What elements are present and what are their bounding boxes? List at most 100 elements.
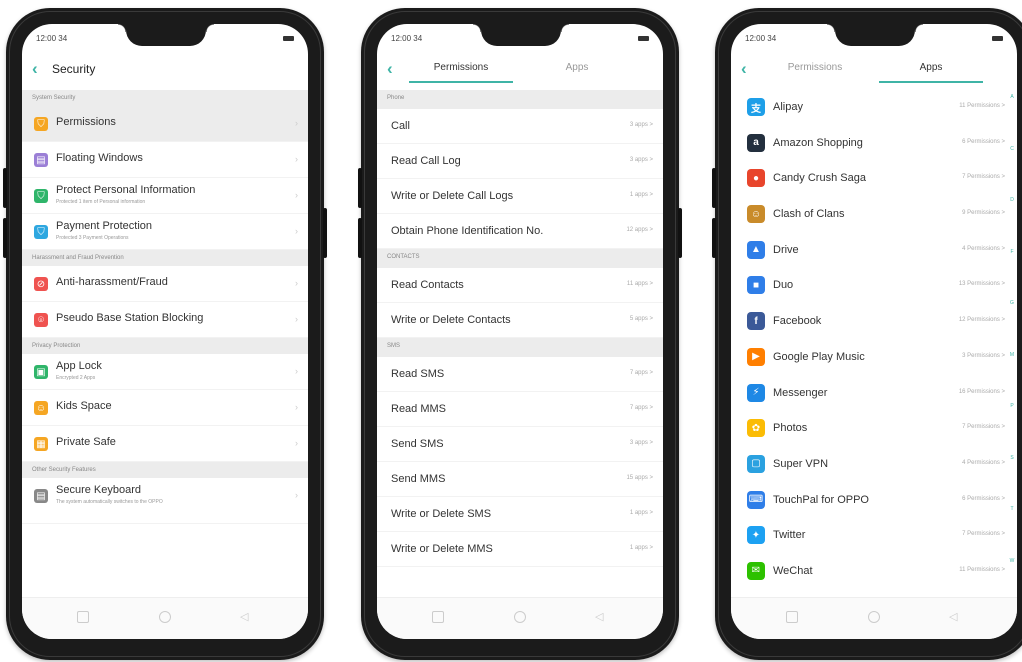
tab-permissions[interactable]: Permissions: [411, 62, 511, 73]
settings-item[interactable]: ⌾ Pseudo Base Station Blocking ›: [22, 302, 308, 338]
app-item[interactable]: ⌨ TouchPal for OPPO 6 Permissions >: [731, 483, 1017, 519]
permission-item[interactable]: Send SMS 3 apps >: [377, 427, 663, 462]
permission-item[interactable]: Write or Delete Contacts 5 apps >: [377, 303, 663, 338]
permission-item[interactable]: Read Call Log 3 apps >: [377, 144, 663, 179]
nav-back-button[interactable]: ◁: [949, 611, 961, 623]
app-permission-count: 7 Permissions >: [962, 174, 1005, 181]
power-button: [323, 208, 327, 258]
tab-permissions[interactable]: Permissions: [765, 62, 865, 73]
wechat-icon: ✉: [747, 561, 765, 580]
settings-item[interactable]: ⛉ Permissions ›: [22, 106, 308, 142]
permission-app-count: 15 apps >: [626, 475, 653, 481]
permission-app-count: 7 apps >: [629, 405, 653, 411]
tab-apps[interactable]: Apps: [527, 62, 627, 73]
app-item[interactable]: a Amazon Shopping 6 Permissions >: [731, 126, 1017, 162]
app-item[interactable]: f Facebook 12 Permissions >: [731, 304, 1017, 340]
header: ‹ Permissions Apps: [731, 54, 1017, 86]
nav-back-button[interactable]: ◁: [595, 611, 607, 623]
app-item[interactable]: ⚡ Messenger 16 Permissions >: [731, 376, 1017, 412]
section-header: SMS: [377, 338, 663, 357]
permission-label: Write or Delete SMS: [391, 508, 492, 520]
permission-item[interactable]: Send MMS 15 apps >: [377, 462, 663, 497]
payment-shield-icon: ⛉: [34, 225, 48, 239]
facebook-icon: f: [747, 312, 765, 331]
app-item[interactable]: ✉ WeChat 11 Permissions >: [731, 554, 1017, 590]
index-letter[interactable]: S: [1010, 455, 1013, 461]
chevron-right-icon: ›: [295, 278, 298, 288]
nav-back-button[interactable]: ◁: [240, 611, 252, 623]
permission-label: Call: [391, 120, 410, 132]
recents-button[interactable]: [77, 611, 89, 623]
settings-item[interactable]: ▦ Private Safe ›: [22, 426, 308, 462]
permission-item[interactable]: Write or Delete Call Logs 1 apps >: [377, 179, 663, 214]
settings-item-label: App Lock: [56, 360, 102, 372]
index-letter[interactable]: W: [1010, 558, 1015, 564]
app-item[interactable]: ▶ Google Play Music 3 Permissions >: [731, 340, 1017, 376]
app-item[interactable]: 支 Alipay 11 Permissions >: [731, 90, 1017, 126]
app-name: Duo: [773, 279, 794, 292]
touchpal-icon: ⌨: [747, 490, 765, 509]
index-letter[interactable]: T: [1010, 506, 1013, 512]
permission-label: Obtain Phone Identification No.: [391, 225, 544, 237]
permission-label: Read MMS: [391, 403, 447, 415]
app-item[interactable]: ▲ Drive 4 Permissions >: [731, 233, 1017, 269]
home-button[interactable]: [868, 611, 880, 623]
apps-list: 支 Alipay 11 Permissions > a Amazon Shopping 6…: [731, 90, 1017, 596]
permission-app-count: 1 apps >: [629, 192, 653, 198]
app-item[interactable]: ■ Duo 13 Permissions >: [731, 268, 1017, 304]
alphabet-index[interactable]: A C D F G M P S T W: [1009, 94, 1015, 564]
index-letter[interactable]: P: [1010, 403, 1013, 409]
phone-permissions: 12:00 34 ‹ Permissions Apps Phone Call 3 a…: [358, 8, 682, 660]
settings-item[interactable]: ⛉ Protect Personal Information Protected 1…: [22, 178, 308, 214]
recents-button[interactable]: [786, 611, 798, 623]
settings-item[interactable]: ▤ Floating Windows ›: [22, 142, 308, 178]
chevron-right-icon: ›: [295, 154, 298, 164]
twitter-icon: ✦: [747, 526, 765, 545]
tab-apps[interactable]: Apps: [881, 62, 981, 73]
index-letter[interactable]: C: [1010, 146, 1014, 152]
permission-item[interactable]: Read SMS 7 apps >: [377, 357, 663, 392]
settings-item-label: Kids Space: [56, 400, 112, 412]
home-button[interactable]: [514, 611, 526, 623]
home-button[interactable]: [159, 611, 171, 623]
permission-item[interactable]: Call 3 apps >: [377, 109, 663, 144]
settings-item[interactable]: ☺ Kids Space ›: [22, 390, 308, 426]
chevron-right-icon: ›: [295, 366, 298, 376]
permission-label: Write or Delete MMS: [391, 543, 493, 555]
permission-label: Send MMS: [391, 473, 446, 485]
settings-item[interactable]: ⛉ Payment Protection Protected 3 Payment O…: [22, 214, 308, 250]
clash-of-clans-icon: ☺: [747, 205, 765, 224]
app-item[interactable]: ✦ Twitter 7 Permissions >: [731, 518, 1017, 554]
index-letter[interactable]: M: [1010, 352, 1014, 358]
app-item[interactable]: ✿ Photos 7 Permissions >: [731, 411, 1017, 447]
battery-icon: [283, 36, 294, 41]
recents-button[interactable]: [432, 611, 444, 623]
permission-label: Read Contacts: [391, 279, 464, 291]
index-letter[interactable]: F: [1010, 249, 1013, 255]
app-item[interactable]: ☺ Clash of Clans 9 Permissions >: [731, 197, 1017, 233]
app-name: Drive: [773, 243, 799, 256]
back-arrow-icon[interactable]: ‹: [32, 60, 46, 78]
index-letter[interactable]: D: [1010, 197, 1014, 203]
settings-item[interactable]: ⊘ Anti-harassment/Fraud ›: [22, 266, 308, 302]
settings-item-label: Protect Personal Information: [56, 184, 196, 196]
back-arrow-icon[interactable]: ‹: [387, 60, 401, 78]
app-item[interactable]: ● Candy Crush Saga 7 Permissions >: [731, 161, 1017, 197]
back-arrow-icon[interactable]: ‹: [741, 60, 755, 78]
app-item[interactable]: ▢ Super VPN 4 Permissions >: [731, 447, 1017, 483]
section-header: Phone: [377, 90, 663, 109]
settings-item[interactable]: ▣ App Lock Encrypted 2 Apps ›: [22, 354, 308, 390]
volume-button: [712, 168, 716, 208]
permission-item[interactable]: Read Contacts 11 apps >: [377, 268, 663, 303]
screen: 12:00 34 ‹ Permissions Apps 支 Alipay 11 Pe…: [731, 24, 1017, 639]
app-permission-count: 7 Permissions >: [962, 424, 1005, 431]
permission-item[interactable]: Write or Delete MMS 1 apps >: [377, 532, 663, 567]
status-time: 12:00 34: [391, 34, 423, 43]
permission-item[interactable]: Write or Delete SMS 1 apps >: [377, 497, 663, 532]
permission-item[interactable]: Read MMS 7 apps >: [377, 392, 663, 427]
permission-item[interactable]: Obtain Phone Identification No. 12 apps >: [377, 214, 663, 249]
index-letter[interactable]: A: [1010, 94, 1013, 100]
volume-button: [712, 218, 716, 258]
index-letter[interactable]: G: [1010, 300, 1014, 306]
settings-item[interactable]: ▤ Secure Keyboard The system automatically…: [22, 478, 308, 524]
